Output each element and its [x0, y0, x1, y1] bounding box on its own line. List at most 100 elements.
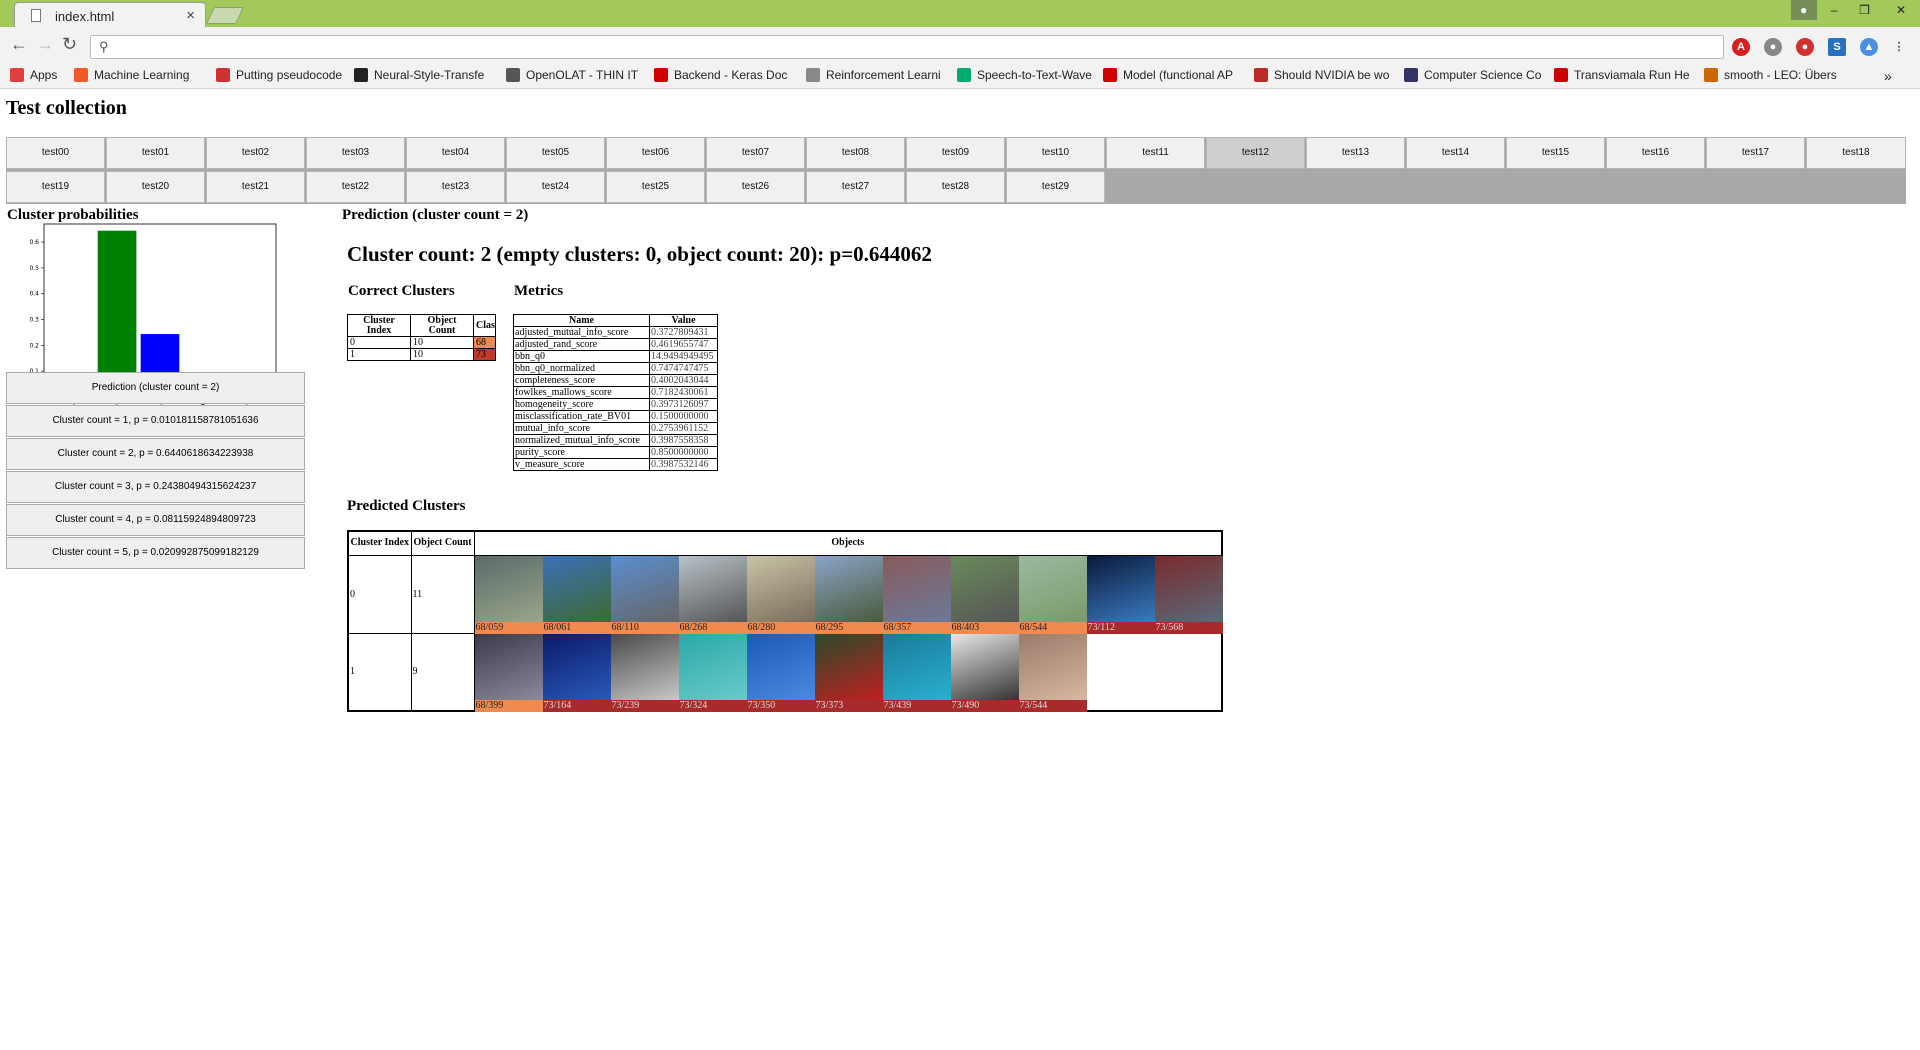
cluster-count-button-1[interactable]: Cluster count = 1, p = 0.010181158781051… — [6, 405, 305, 437]
test-button-test02[interactable]: test02 — [206, 137, 305, 169]
cluster-count-button-5[interactable]: Cluster count = 5, p = 0.020992875099182… — [6, 537, 305, 569]
object-thumbnail[interactable]: 73/490 — [950, 633, 1019, 712]
object-thumbnail[interactable]: 73/544 — [1018, 633, 1087, 712]
test-button-test29[interactable]: test29 — [1006, 171, 1105, 203]
test-button-test10[interactable]: test10 — [1006, 137, 1105, 169]
test-button-test01[interactable]: test01 — [106, 137, 205, 169]
object-label: 73/112 — [1086, 621, 1155, 634]
bookmark-item[interactable]: Computer Science Co — [1404, 68, 1541, 82]
menu-kebab-icon[interactable]: ⋮ — [1890, 38, 1908, 56]
object-thumbnail[interactable]: 73/350 — [746, 633, 815, 712]
cluster-count-button-4[interactable]: Cluster count = 4, p = 0.081159248948097… — [6, 504, 305, 536]
test-button-test21[interactable]: test21 — [206, 171, 305, 203]
object-thumbnail[interactable]: 68/295 — [814, 555, 883, 634]
bookmark-label: Should NVIDIA be wo — [1274, 68, 1390, 82]
bookmark-item[interactable]: OpenOLAT - THIN IT — [506, 68, 638, 82]
skype-icon[interactable]: S — [1828, 38, 1846, 56]
test-button-test20[interactable]: test20 — [106, 171, 205, 203]
test-button-test22[interactable]: test22 — [306, 171, 405, 203]
test-button-test23[interactable]: test23 — [406, 171, 505, 203]
test-button-test28[interactable]: test28 — [906, 171, 1005, 203]
object-thumbnail[interactable]: 73/439 — [882, 633, 951, 712]
test-button-test11[interactable]: test11 — [1106, 137, 1205, 169]
bookmark-item[interactable]: Model (functional AP — [1103, 68, 1233, 82]
bookmark-item[interactable]: Machine Learning — [74, 68, 189, 82]
prediction-button[interactable]: Prediction (cluster count = 2) — [6, 372, 305, 404]
object-thumbnail[interactable]: 73/112 — [1086, 555, 1155, 634]
object-thumbnail[interactable]: 68/403 — [950, 555, 1019, 634]
test-button-test14[interactable]: test14 — [1406, 137, 1505, 169]
object-thumbnail[interactable]: 68/357 — [882, 555, 951, 634]
browser-tab[interactable]: index.html × — [14, 2, 206, 29]
column-header: Cluster Index — [347, 314, 411, 337]
metric-name: homogeneity_score — [513, 398, 650, 411]
graduation-cap-icon[interactable]: ▲ — [1860, 38, 1878, 56]
object-thumbnail[interactable]: 73/324 — [678, 633, 747, 712]
restore-icon[interactable]: ❐ — [1852, 0, 1878, 20]
test-button-test26[interactable]: test26 — [706, 171, 805, 203]
bookmark-item[interactable]: Backend - Keras Doc — [654, 68, 787, 82]
forward-arrow-icon[interactable]: → — [36, 35, 54, 53]
test-button-test25[interactable]: test25 — [606, 171, 705, 203]
correct-clusters-heading: Correct Clusters — [348, 283, 455, 299]
bookmark-item[interactable]: Apps — [10, 68, 57, 82]
extension-red-icon[interactable]: ● — [1796, 38, 1814, 56]
test-button-test17[interactable]: test17 — [1706, 137, 1805, 169]
test-button-test15[interactable]: test15 — [1506, 137, 1605, 169]
test-button-test18[interactable]: test18 — [1806, 137, 1906, 169]
reload-icon[interactable]: ↻ — [62, 35, 77, 53]
bookmark-item[interactable]: Reinforcement Learni — [806, 68, 941, 82]
object-thumbnail[interactable]: 73/373 — [814, 633, 883, 712]
more-bookmarks-icon[interactable]: » — [1884, 68, 1892, 84]
object-image — [882, 633, 951, 700]
object-thumbnail[interactable]: 73/164 — [542, 633, 611, 712]
close-window-icon[interactable]: ✕ — [1882, 0, 1920, 20]
object-thumbnail[interactable]: 68/061 — [542, 555, 611, 634]
test-button-test04[interactable]: test04 — [406, 137, 505, 169]
object-thumbnail[interactable]: 68/544 — [1018, 555, 1087, 634]
metric-value: 0.3987532146 — [649, 458, 718, 471]
test-button-test06[interactable]: test06 — [606, 137, 705, 169]
metric-value: 0.1500000000 — [649, 410, 718, 423]
object-thumbnail[interactable]: 68/280 — [746, 555, 815, 634]
test-button-test09[interactable]: test09 — [906, 137, 1005, 169]
bookmark-item[interactable]: smooth - LEO: Übers — [1704, 68, 1837, 82]
new-tab-button[interactable] — [206, 7, 244, 24]
extension-counter-icon[interactable]: ● — [1764, 38, 1782, 56]
object-thumbnail[interactable]: 73/239 — [610, 633, 679, 712]
object-image — [814, 555, 883, 622]
adblock-icon[interactable]: A — [1732, 38, 1750, 56]
bookmark-item[interactable]: Neural-Style-Transfe — [354, 68, 484, 82]
metric-name: bbn_q0 — [513, 350, 650, 363]
cluster-count-button-3[interactable]: Cluster count = 3, p = 0.243804943156242… — [6, 471, 305, 503]
object-thumbnail[interactable]: 68/399 — [474, 633, 543, 712]
object-thumbnail[interactable]: 68/268 — [678, 555, 747, 634]
page-content: Test collection test00 test01 test02 test03… — [0, 90, 1920, 1050]
metric-row: purity_score 0.8500000000 — [513, 446, 718, 459]
bookmark-item[interactable]: Putting pseudocode — [216, 68, 342, 82]
object-thumbnail[interactable]: 73/568 — [1154, 555, 1223, 634]
back-arrow-icon[interactable]: ← — [10, 35, 28, 53]
test-button-test03[interactable]: test03 — [306, 137, 405, 169]
test-button-test19[interactable]: test19 — [6, 171, 105, 203]
cluster-count-button-2[interactable]: Cluster count = 2, p = 0.644061863422393… — [6, 438, 305, 470]
object-thumbnail[interactable]: 68/059 — [474, 555, 543, 634]
test-button-test13[interactable]: test13 — [1306, 137, 1405, 169]
object-thumbnail[interactable]: 68/110 — [610, 555, 679, 634]
test-button-test07[interactable]: test07 — [706, 137, 805, 169]
bookmark-item[interactable]: Transviamala Run He — [1554, 68, 1690, 82]
test-button-test16[interactable]: test16 — [1606, 137, 1705, 169]
address-bar[interactable]: ⚲ — [90, 35, 1724, 59]
close-tab-icon[interactable]: × — [186, 7, 195, 24]
test-button-test05[interactable]: test05 — [506, 137, 605, 169]
test-button-test08[interactable]: test08 — [806, 137, 905, 169]
bookmark-item[interactable]: Should NVIDIA be wo — [1254, 68, 1389, 82]
test-button-test24[interactable]: test24 — [506, 171, 605, 203]
test-button-test27[interactable]: test27 — [806, 171, 905, 203]
object-image — [678, 633, 747, 700]
test-button-test00[interactable]: test00 — [6, 137, 105, 169]
minimize-icon[interactable]: – — [1821, 0, 1847, 20]
test-button-test12[interactable]: test12 — [1206, 137, 1305, 169]
profile-icon[interactable]: ● — [1790, 0, 1817, 20]
bookmark-item[interactable]: Speech-to-Text-Wave — [957, 68, 1092, 82]
